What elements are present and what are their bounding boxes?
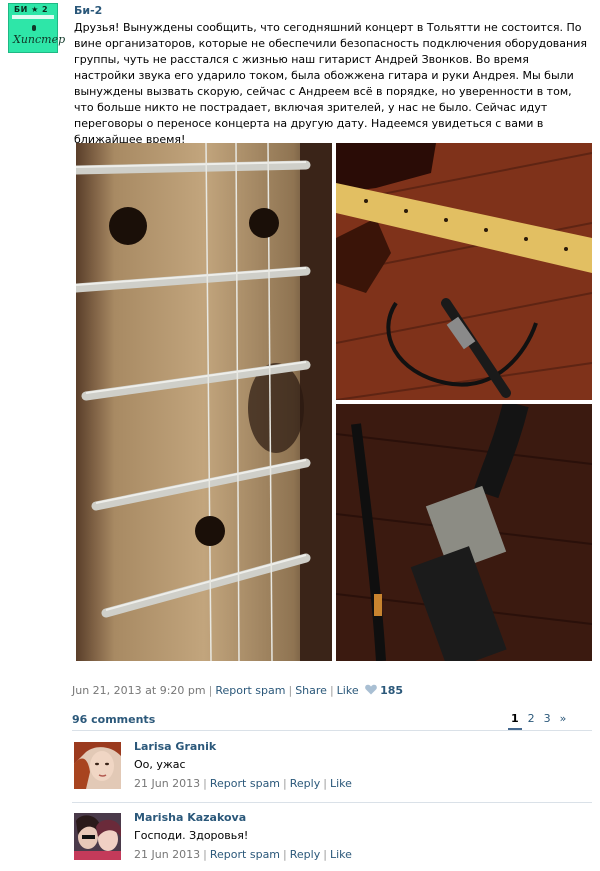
comments-divider [72,730,592,731]
fretboard-image [76,143,332,661]
photo-fretboard[interactable] [76,143,332,661]
page-1[interactable]: 1 [508,712,522,730]
post-author[interactable]: Би-2 [74,4,102,17]
group-avatar[interactable]: БИ ★ 2 Хипстер [8,3,65,53]
avatar-script-text: Хипстер [13,33,66,46]
avatar-image [74,742,121,789]
meta-divider: | [323,777,327,790]
reply-link[interactable]: Reply [290,777,320,790]
avatar-image [74,813,121,860]
share-link[interactable]: Share [295,684,327,697]
comment-item: Marisha Kazakova Господи. Здоровья! 21 J… [72,811,592,871]
comments-count[interactable]: 96 comments [72,713,155,726]
comment-text: Оо, ужас [134,758,186,771]
meta-divider: | [283,777,287,790]
guitar-floor-image [336,143,592,400]
avatar-mark [32,25,36,31]
comments-divider [72,802,592,803]
cable-jack-image [336,404,592,661]
report-spam-link[interactable]: Report spam [210,848,280,861]
commenter-avatar[interactable] [74,742,121,789]
meta-divider: | [283,848,287,861]
heart-icon[interactable] [365,684,377,695]
report-spam-link[interactable]: Report spam [215,684,285,697]
post-text: Друзья! Вынуждены сообщить, что сегодняш… [74,21,587,146]
avatar-brand-text: БИ ★ 2 [14,5,49,14]
comment-date[interactable]: 21 Jun 2013 [134,777,200,790]
comment-meta: 21 Jun 2013 | Report spam | Reply | Like [134,777,352,790]
comment-author[interactable]: Marisha Kazakova [134,811,246,824]
wall-post: БИ ★ 2 Хипстер Би-2 Друзья! Вынуждены со… [0,0,600,870]
page-next[interactable]: » [557,712,570,728]
photo-collage [76,143,592,661]
meta-divider: | [323,848,327,861]
post-meta: Jun 21, 2013 at 9:20 pm | Report spam | Shar… [72,684,403,697]
report-spam-link[interactable]: Report spam [210,777,280,790]
like-link[interactable]: Like [337,684,359,697]
reply-link[interactable]: Reply [290,848,320,861]
comment-meta: 21 Jun 2013 | Report spam | Reply | Like [134,848,352,861]
meta-divider: | [208,684,213,697]
meta-divider: | [288,684,293,697]
comment-like-link[interactable]: Like [330,777,352,790]
meta-divider: | [203,848,207,861]
meta-divider: | [329,684,334,697]
page-3[interactable]: 3 [541,712,554,728]
photo-cable-jack[interactable] [336,404,592,661]
comment-date[interactable]: 21 Jun 2013 [134,848,200,861]
like-count: 185 [380,684,404,697]
comment-like-link[interactable]: Like [330,848,352,861]
post-date[interactable]: Jun 21, 2013 at 9:20 pm [72,684,206,697]
photo-guitar-floor[interactable] [336,143,592,400]
comment-item: Larisa Granik Оо, ужас 21 Jun 2013 | Repor… [72,740,592,800]
avatar-stripe [12,15,54,19]
commenter-avatar[interactable] [74,813,121,860]
comment-author[interactable]: Larisa Granik [134,740,216,753]
page-2[interactable]: 2 [525,712,538,728]
meta-divider: | [203,777,207,790]
comments-pager: 1 2 3» [508,712,572,730]
comment-text: Господи. Здоровья! [134,829,249,842]
